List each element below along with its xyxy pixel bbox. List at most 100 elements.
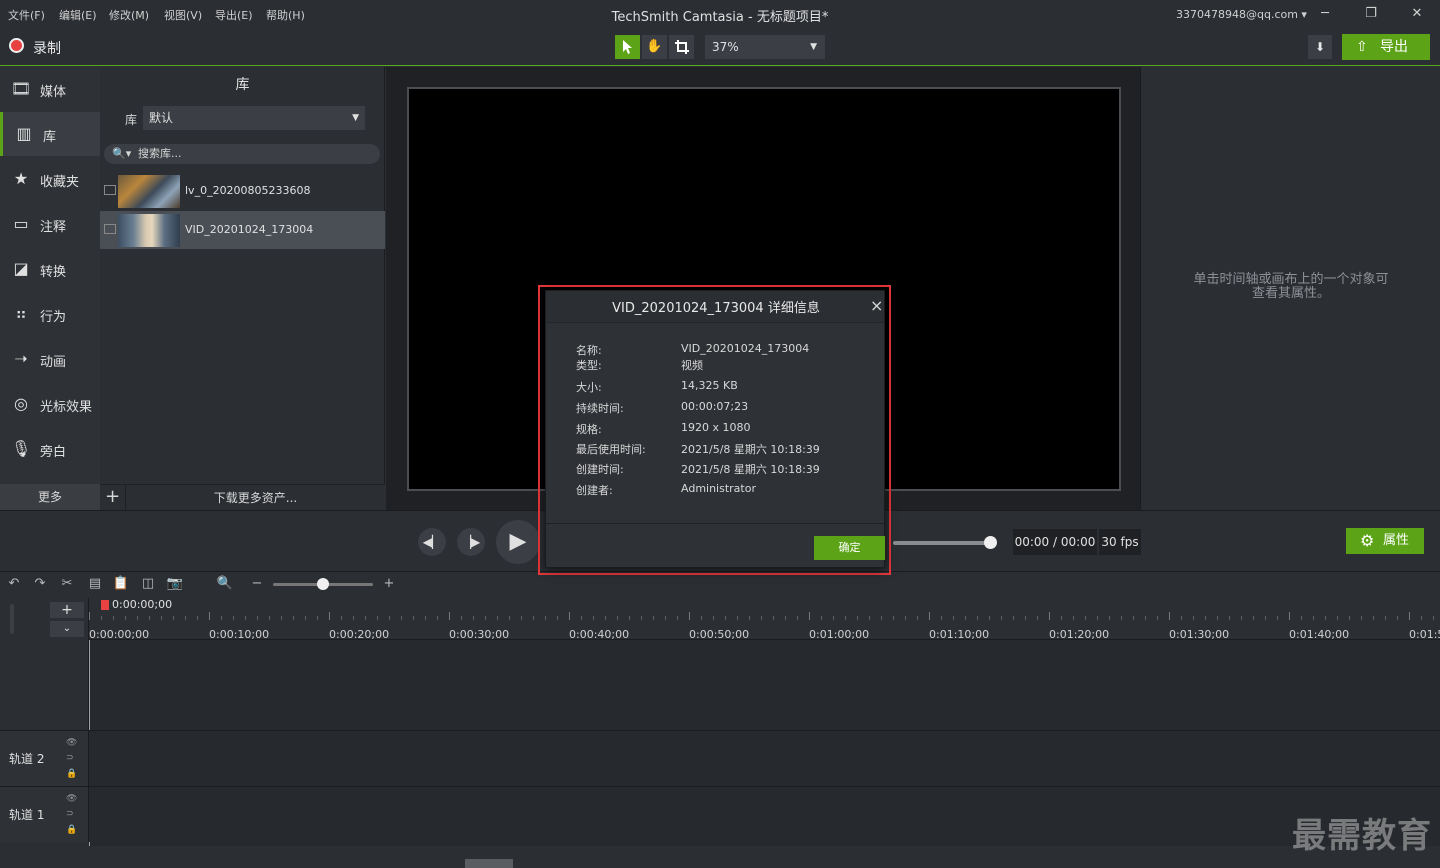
ruler-tick — [1253, 616, 1254, 620]
info-key: 最后使用时间: — [576, 443, 646, 456]
magnet-icon[interactable]: ⊃ — [66, 809, 74, 819]
cursor-icon: ◎ — [14, 394, 28, 413]
scrollbar-thumb[interactable] — [465, 859, 513, 868]
split-icon[interactable]: ◫ — [139, 576, 157, 591]
chevron-down-icon: ▼ — [810, 42, 817, 52]
ruler-tick — [617, 616, 618, 620]
ruler-tick — [821, 616, 822, 620]
step-back-button[interactable]: ◀▏ — [418, 528, 446, 556]
info-value: 14,325 KB — [681, 379, 738, 392]
ruler-tick — [425, 616, 426, 620]
library-select[interactable]: 默认 ▼ — [143, 106, 365, 130]
ruler-tick — [125, 616, 126, 620]
ruler-tick — [1373, 616, 1374, 620]
ruler-tick — [233, 616, 234, 620]
ruler-tick — [365, 616, 366, 620]
ruler-tick — [1121, 616, 1122, 620]
library-footer: + 下载更多资产... — [100, 484, 385, 511]
crop-tool-button[interactable] — [669, 35, 694, 59]
zoom-icon[interactable]: 🔍 — [216, 576, 234, 591]
account-menu[interactable]: 3370478948@qq.com ▾ — [1176, 8, 1307, 21]
ruler-tick — [293, 616, 294, 620]
ruler-tick — [1301, 616, 1302, 620]
more-button[interactable]: 更多 — [0, 484, 100, 510]
lock-icon[interactable]: 🔒 — [66, 825, 77, 835]
zoom-out-icon[interactable]: − — [248, 576, 266, 591]
sidebar-item-transitions[interactable]: ◪ 转换 — [0, 247, 100, 291]
timeline-ruler[interactable]: 0:00:00;00 0:00:00;00 0:00:10;00 0:00:20;0… — [89, 598, 1440, 641]
video-file-icon — [104, 185, 116, 195]
menu-modify[interactable]: 修改(M) — [109, 7, 149, 23]
library-item-name: VID_20201024_173004 — [185, 223, 314, 236]
ruler-tick — [245, 616, 246, 620]
export-button[interactable]: ⇧ 导出 — [1342, 34, 1430, 60]
sidebar-item-favorites[interactable]: ★ 收藏夹 — [0, 157, 100, 201]
sidebar-item-library[interactable]: ▥ 库 — [0, 112, 100, 156]
download-more-assets-link[interactable]: 下载更多资产... — [126, 485, 385, 511]
magnet-icon[interactable]: ⊃ — [66, 753, 74, 763]
sidebar-item-media[interactable]: 🎞 媒体 — [0, 67, 100, 111]
menu-help[interactable]: 帮助(H) — [266, 7, 305, 23]
library-item[interactable]: VID_20201024_173004 — [100, 211, 385, 249]
ruler-tick — [593, 616, 594, 620]
menu-file[interactable]: 文件(F) — [8, 7, 45, 23]
properties-button[interactable]: ⚙ 属性 — [1346, 528, 1424, 554]
step-forward-button[interactable]: ▕▶ — [457, 528, 485, 556]
select-tool-button[interactable] — [615, 35, 640, 59]
ruler-tick — [401, 616, 402, 620]
sidebar-item-label: 注释 — [40, 220, 67, 235]
lock-icon[interactable]: 🔒 — [66, 769, 77, 779]
library-item[interactable]: lv_0_20200805233608 — [100, 172, 385, 210]
ok-button[interactable]: 确定 — [814, 536, 885, 560]
track-lane-1[interactable] — [89, 786, 1440, 842]
minimize-button[interactable]: ─ — [1314, 4, 1336, 24]
sidebar-item-animations[interactable]: ➝ 动画 — [0, 337, 100, 381]
zoom-in-icon[interactable]: + — [380, 576, 398, 591]
play-button[interactable]: ▶ — [496, 520, 540, 564]
behavior-icon: ⠶ — [15, 304, 27, 323]
sidebar-item-behaviors[interactable]: ⠶ 行为 — [0, 292, 100, 336]
ruler-tick — [893, 616, 894, 620]
redo-icon[interactable]: ↷ — [31, 576, 49, 591]
menu-export[interactable]: 导出(E) — [215, 7, 253, 23]
ruler-tick — [149, 616, 150, 620]
video-thumbnail — [118, 175, 180, 208]
copy-icon[interactable]: ▤ — [86, 576, 104, 591]
ruler-tick — [989, 616, 990, 620]
sidebar-item-cursor-effects[interactable]: ◎ 光标效果 — [0, 382, 100, 426]
eye-icon[interactable]: 👁 — [66, 794, 77, 804]
cut-icon[interactable]: ✂ — [58, 576, 76, 591]
pan-tool-button[interactable]: ✋ — [642, 35, 667, 59]
ruler-tick — [1097, 616, 1098, 620]
track-height-slider[interactable] — [10, 604, 14, 634]
menu-view[interactable]: 视图(V) — [164, 7, 202, 23]
library-search-input[interactable]: 🔍▾ 搜索库... — [104, 144, 380, 164]
add-library-button[interactable]: + — [100, 485, 126, 511]
track-label: 轨道 2 — [9, 752, 45, 766]
menu-edit[interactable]: 编辑(E) — [59, 7, 97, 23]
chevron-down-icon[interactable]: ⌄ — [50, 621, 84, 637]
snapshot-icon[interactable]: 📷 — [166, 576, 184, 591]
download-button[interactable]: ⬇ — [1308, 35, 1332, 59]
ruler-tick — [881, 616, 882, 620]
timeline-horizontal-scrollbar[interactable] — [89, 846, 1440, 868]
ruler-tick — [1073, 616, 1074, 620]
zoom-select[interactable]: 37% ▼ — [705, 35, 825, 59]
sidebar-item-annotations[interactable]: ▭ 注释 — [0, 202, 100, 246]
close-button[interactable]: ✕ — [1406, 4, 1428, 24]
sidebar-item-voice-narration[interactable]: 🎙 旁白 — [0, 427, 100, 471]
eye-icon[interactable]: 👁 — [66, 738, 77, 748]
timeline-zoom-handle[interactable] — [317, 578, 329, 590]
dialog-close-icon[interactable]: × — [870, 296, 884, 315]
maximize-button[interactable]: ❐ — [1360, 4, 1382, 24]
paste-icon[interactable]: 📋 — [112, 576, 130, 591]
sidebar-item-label: 行为 — [40, 310, 67, 325]
undo-icon[interactable]: ↶ — [5, 576, 23, 591]
track-lane-2[interactable] — [89, 730, 1440, 786]
record-label: 录制 — [33, 41, 61, 57]
scrub-handle[interactable] — [984, 536, 997, 549]
video-file-icon — [104, 224, 116, 234]
add-track-button[interactable]: + — [50, 602, 84, 618]
scrub-track[interactable] — [893, 541, 990, 545]
playhead-marker[interactable] — [101, 600, 109, 610]
